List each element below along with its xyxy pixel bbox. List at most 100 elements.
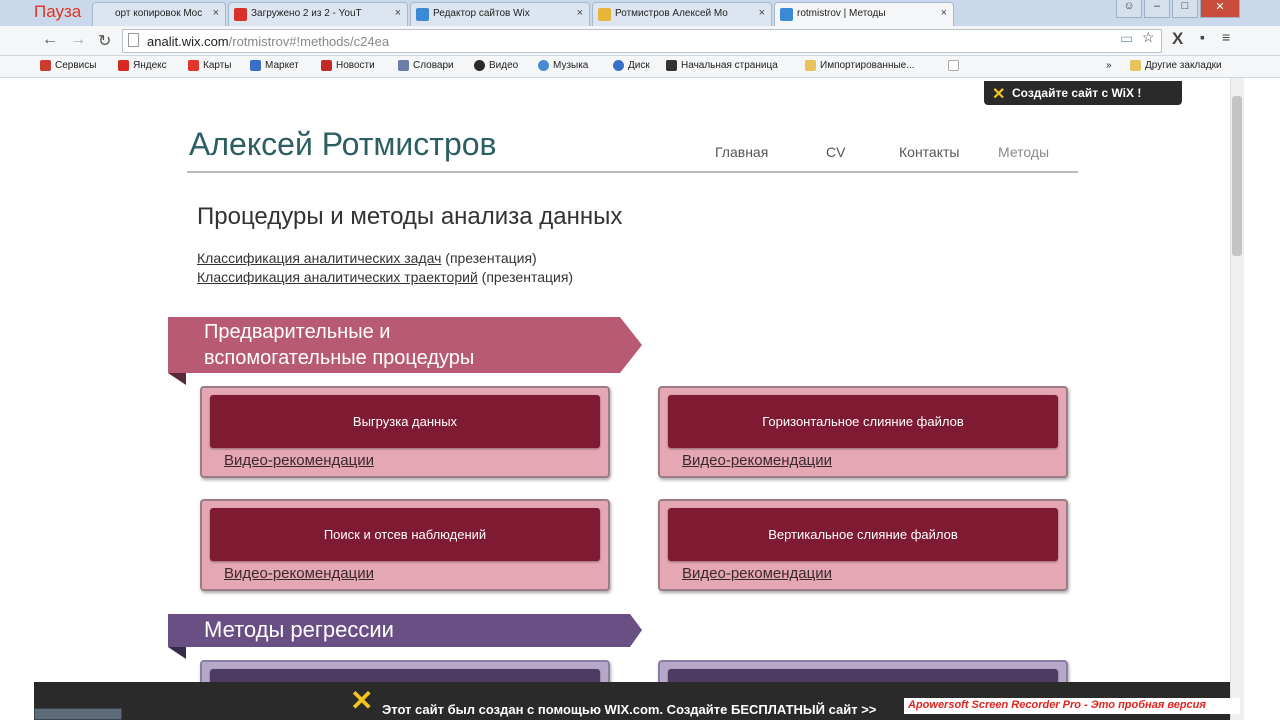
left-gutter xyxy=(0,78,34,720)
close-icon[interactable]: × xyxy=(213,7,219,19)
recorder-watermark: Apowersoft Screen Recorder Pro - Это про… xyxy=(904,698,1240,714)
nav-contacts[interactable]: Контакты xyxy=(899,144,959,160)
close-icon[interactable]: × xyxy=(941,7,947,19)
recorder-pause-label: Пауза xyxy=(34,2,82,21)
bookmark-news[interactable]: Новости xyxy=(321,60,375,71)
market-icon xyxy=(250,60,261,71)
close-icon[interactable]: × xyxy=(577,7,583,19)
maximize-icon[interactable]: □ xyxy=(1172,0,1198,18)
close-icon[interactable]: × xyxy=(395,7,401,19)
tab-title: Редактор сайтов Wix xyxy=(433,8,530,19)
bookmark-label: Диск xyxy=(628,60,650,71)
bookmark-disk[interactable]: Диск xyxy=(613,60,650,71)
extension-icon[interactable]: X xyxy=(1172,29,1183,49)
video-icon xyxy=(474,60,485,71)
wix-icon xyxy=(780,8,793,21)
bookmark-other[interactable]: Другие закладки xyxy=(1130,60,1222,71)
presentation-link[interactable]: Классификация аналитических траекторий xyxy=(197,269,478,285)
scrollbar-thumb[interactable] xyxy=(1232,96,1242,256)
bookmark-label: Маркет xyxy=(265,60,299,71)
back-icon[interactable]: ← xyxy=(42,31,58,49)
link-suffix: (презентация) xyxy=(481,269,574,285)
url-path: /rotmistrov#!methods/c24ea xyxy=(228,34,390,49)
method-card: Вертикальное слияние файлов Видео-рекоме… xyxy=(658,499,1068,591)
bookmark-label: Музыка xyxy=(553,60,589,71)
create-wix-site-badge[interactable]: ✕ Создайте сайт с WiX ! xyxy=(984,81,1182,105)
window-close-icon[interactable]: ✕ xyxy=(1200,0,1240,18)
tab-title: орт копировок Moc xyxy=(115,8,203,19)
bookmark-market[interactable]: Маркет xyxy=(250,60,299,71)
browser-toolbar: ← → ↻ analit.wix.com/rotmistrov#!methods… xyxy=(0,26,1280,56)
site-title[interactable]: Алексей Ротмистров xyxy=(189,126,497,163)
bookmark-maps[interactable]: Карты xyxy=(188,60,232,71)
video-link[interactable]: Видео-рекомендации xyxy=(682,565,832,582)
bookmark-label: Сервисы xyxy=(55,60,97,71)
bookmark-apps[interactable]: Сервисы xyxy=(40,60,96,71)
presentation-link-row: Классификация аналитических траекторий (… xyxy=(197,269,573,285)
chevron-right-icon[interactable]: » xyxy=(1106,60,1112,71)
bookmark-imported[interactable]: Импортированные... xyxy=(805,60,915,71)
nav-cv[interactable]: CV xyxy=(826,144,845,160)
nav-home[interactable]: Главная xyxy=(715,144,768,160)
bookmark-label: Яндекс xyxy=(133,60,167,71)
link-suffix: (презентация) xyxy=(445,250,537,266)
yandex-icon xyxy=(118,60,129,71)
section-title-line: вспомогательные процедуры xyxy=(204,347,475,369)
reload-icon[interactable]: ↻ xyxy=(98,31,111,51)
bookmark-music[interactable]: Музыка xyxy=(538,60,588,71)
section-ribbon: Предварительные и вспомогательные процед… xyxy=(168,317,642,385)
method-card: Горизонтальное слияние файлов Видео-реко… xyxy=(658,386,1068,478)
method-card: Поиск и отсев наблюдений Видео-рекоменда… xyxy=(200,499,610,591)
forward-icon[interactable]: → xyxy=(70,31,86,49)
wix-icon xyxy=(416,8,429,21)
method-button[interactable]: Поиск и отсев наблюдений xyxy=(210,508,600,561)
user-icon[interactable]: ☺ xyxy=(1116,0,1142,18)
tab-title: Ротмистров Алексей Mo xyxy=(615,8,728,19)
browser-tab-2[interactable]: Загружено 2 из 2 - YouT × xyxy=(228,2,408,26)
tab-title: rotmistrov | Методы xyxy=(797,8,886,19)
browser-tab-3[interactable]: Редактор сайтов Wix × xyxy=(410,2,590,26)
apps-icon xyxy=(40,60,51,71)
bookmark-label: Новости xyxy=(336,60,375,71)
page-icon xyxy=(128,33,139,47)
right-edge xyxy=(1244,78,1280,720)
music-icon xyxy=(538,60,549,71)
method-button[interactable]: Горизонтальное слияние файлов xyxy=(668,395,1058,448)
extension-menu-icon[interactable]: ▪ xyxy=(1200,29,1205,45)
bookmark-dictionaries[interactable]: Словари xyxy=(398,60,454,71)
taskbar-fragment xyxy=(34,708,122,720)
menu-icon[interactable]: ≡ xyxy=(1222,29,1230,45)
bookmark-label: Начальная страница xyxy=(681,60,778,71)
bookmark-label: Другие закладки xyxy=(1145,60,1222,71)
video-link[interactable]: Видео-рекомендации xyxy=(682,452,832,469)
bookmark-star-icon[interactable]: ☆ xyxy=(1142,29,1155,46)
section-ribbon: Методы регрессии xyxy=(168,614,642,659)
tab-title: Загружено 2 из 2 - YouT xyxy=(251,8,362,19)
method-button[interactable]: Вертикальное слияние файлов xyxy=(668,508,1058,561)
news-icon xyxy=(321,60,332,71)
bookmark-label: Карты xyxy=(203,60,232,71)
close-icon[interactable]: × xyxy=(759,7,765,19)
section-title: Предварительные и вспомогательные процед… xyxy=(204,319,474,371)
bookmark-start-page[interactable]: Начальная страница xyxy=(666,60,778,71)
section-title: Методы регрессии xyxy=(204,617,394,642)
wix-logo-icon: ✕ xyxy=(992,86,1006,103)
method-button[interactable]: Выгрузка данных xyxy=(210,395,600,448)
browser-tab-1[interactable]: орт копировок Moc × xyxy=(92,2,226,26)
browser-tab-active[interactable]: rotmistrov | Методы × xyxy=(774,2,954,26)
browser-tab-4[interactable]: Ротмистров Алексей Mo × xyxy=(592,2,772,26)
address-bar[interactable]: analit.wix.com/rotmistrov#!methods/c24ea xyxy=(122,29,1162,53)
folder-icon xyxy=(805,60,816,71)
video-link[interactable]: Видео-рекомендации xyxy=(224,452,374,469)
minimize-icon[interactable]: – xyxy=(1144,0,1170,18)
folder-icon xyxy=(1130,60,1141,71)
presentation-link[interactable]: Классификация аналитических задач xyxy=(197,250,441,266)
badge-label: Создайте сайт с WiX ! xyxy=(1012,86,1142,100)
video-link[interactable]: Видео-рекомендации xyxy=(224,565,374,582)
wix-ad-text[interactable]: Этот сайт был создан с помощью WIX.com. … xyxy=(382,702,876,717)
bookmark-video[interactable]: Видео xyxy=(474,60,518,71)
bookmark-yandex[interactable]: Яндекс xyxy=(118,60,167,71)
page-action-icon[interactable]: ▭ xyxy=(1120,30,1133,47)
nav-methods[interactable]: Методы xyxy=(998,144,1049,160)
url-domain: analit.wix.com xyxy=(147,34,229,49)
